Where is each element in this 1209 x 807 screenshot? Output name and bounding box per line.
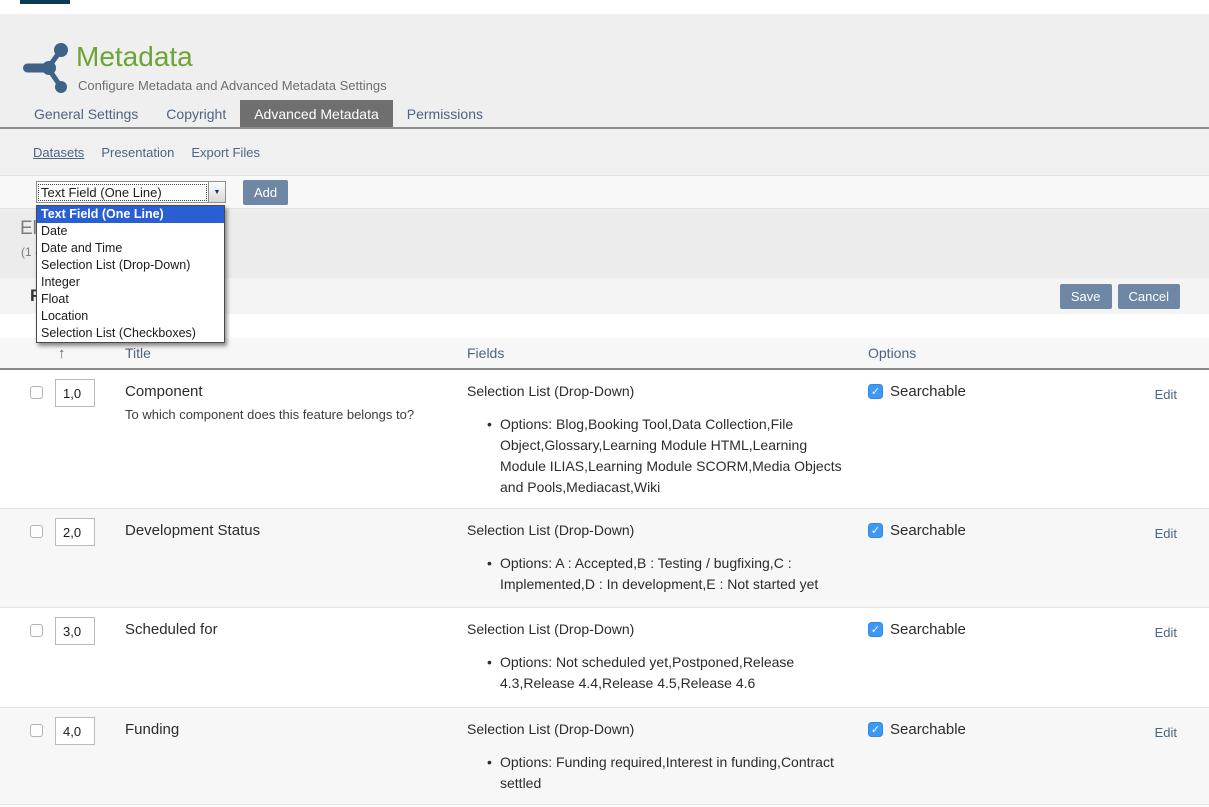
field-options-text: Options: A : Accepted,B : Testing / bugf… [467,553,852,595]
field-title: Component [125,383,467,400]
edit-link[interactable]: Edit [1155,725,1177,740]
row-checkbox[interactable] [30,525,43,538]
field-type-select[interactable]: Text Field (One Line) ▼ [36,181,226,203]
row-checkbox[interactable] [30,724,43,737]
order-input[interactable] [55,518,95,546]
sub-tab-presentation[interactable]: Presentation [101,145,174,160]
edit-link[interactable]: Edit [1155,526,1177,541]
page-title: Metadata [76,41,193,73]
select-arrow-icon[interactable]: ▼ [208,182,225,202]
column-header-options: Options [868,345,1108,361]
add-field-toolbar: Text Field (One Line) ▼ Add [0,175,1209,209]
dropdown-option[interactable]: Selection List (Checkboxes) [37,325,224,342]
save-actions: Save Cancel [1060,284,1180,309]
field-type: Selection List (Drop-Down) [467,522,868,538]
sort-ascending-icon[interactable]: ↑ [30,345,125,362]
page-header: Metadata Configure Metadata and Advanced… [0,14,1209,100]
table-row: Component To which component does this f… [0,370,1209,509]
order-input[interactable] [55,379,95,407]
top-strip [0,0,1209,14]
cancel-button[interactable]: Cancel [1118,284,1180,309]
save-button[interactable]: Save [1060,284,1112,309]
searchable-checkbox-checked-icon[interactable]: ✓ [868,523,883,538]
edit-link[interactable]: Edit [1155,625,1177,640]
dropdown-option[interactable]: Float [37,291,224,308]
dropdown-option[interactable]: Date [37,223,224,240]
field-options-text: Options: Not scheduled yet,Postponed,Rel… [467,652,852,694]
field-options-text: Options: Funding required,Interest in fu… [467,752,852,794]
browser-tab-indicator [20,0,70,4]
sub-tab-export-files[interactable]: Export Files [191,145,260,160]
column-header-fields: Fields [467,345,868,361]
field-type: Selection List (Drop-Down) [467,383,868,399]
row-checkbox[interactable] [30,624,43,637]
main-tab-advanced-metadata[interactable]: Advanced Metadata [240,100,393,127]
sub-tab-bar: Datasets Presentation Export Files [0,129,1209,175]
fields-table-body: Component To which component does this f… [0,370,1209,805]
table-row: Scheduled for Selection List (Drop-Down)… [0,608,1209,708]
order-input[interactable] [55,717,95,745]
searchable-checkbox-checked-icon[interactable]: ✓ [868,622,883,637]
field-description: To which component does this feature bel… [125,407,467,422]
page-subtitle: Configure Metadata and Advanced Metadata… [78,78,387,93]
field-type-dropdown-list: Text Field (One Line) Date Date and Time… [36,205,225,343]
column-header-title: Title [125,345,467,361]
field-title: Funding [125,721,467,738]
field-title: Scheduled for [125,621,467,638]
field-options-text: Options: Blog,Booking Tool,Data Collecti… [467,414,852,498]
edit-link[interactable]: Edit [1155,387,1177,402]
add-button[interactable]: Add [243,180,288,205]
dropdown-option[interactable]: Integer [37,274,224,291]
field-type: Selection List (Drop-Down) [467,621,868,637]
dropdown-option[interactable]: Date and Time [37,240,224,257]
order-input[interactable] [55,617,95,645]
sub-tab-datasets[interactable]: Datasets [33,145,84,160]
main-tab-general-settings[interactable]: General Settings [20,100,152,127]
field-type-select-value: Text Field (One Line) [37,183,208,202]
searchable-label: Searchable [890,383,966,400]
metadata-network-icon [18,40,72,96]
dropdown-option[interactable]: Text Field (One Line) [37,206,224,223]
field-type: Selection List (Drop-Down) [467,721,868,737]
searchable-checkbox-checked-icon[interactable]: ✓ [868,722,883,737]
searchable-label: Searchable [890,621,966,638]
main-tab-permissions[interactable]: Permissions [393,100,497,127]
searchable-label: Searchable [890,721,966,738]
searchable-checkbox-checked-icon[interactable]: ✓ [868,384,883,399]
table-row: Development Status Selection List (Drop-… [0,509,1209,608]
dropdown-option[interactable]: Location [37,308,224,325]
field-title: Development Status [125,522,467,539]
main-tab-bar: General Settings Copyright Advanced Meta… [0,100,1209,129]
searchable-label: Searchable [890,522,966,539]
row-checkbox[interactable] [30,386,43,399]
main-tab-copyright[interactable]: Copyright [152,100,240,127]
table-row: Funding Selection List (Drop-Down) Optio… [0,708,1209,805]
dropdown-option[interactable]: Selection List (Drop-Down) [37,257,224,274]
